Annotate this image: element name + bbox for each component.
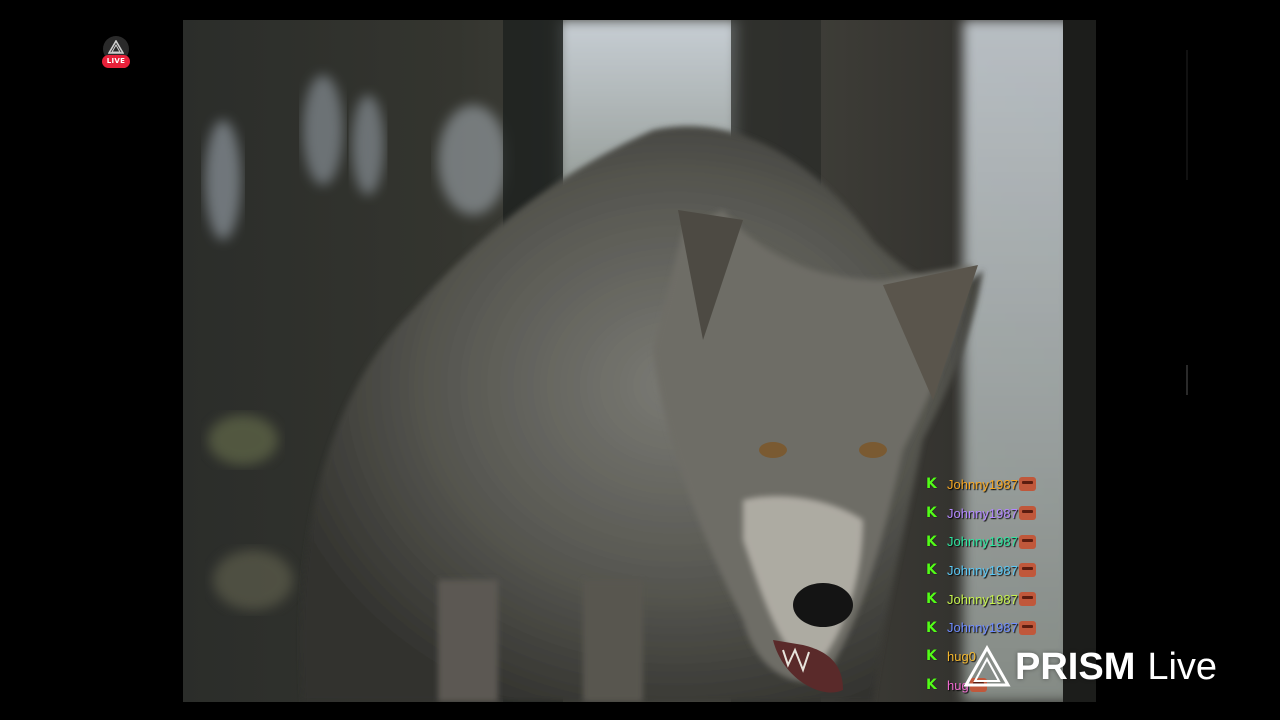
kick-icon: K: [926, 648, 937, 665]
emote-icon: [1018, 592, 1036, 607]
chat-username: Johnny1987: [947, 534, 1018, 550]
chat-message: K Johnny1987: [926, 470, 1066, 499]
chat-message: K Johnny1987: [926, 613, 1066, 642]
edge-divider: [1186, 50, 1188, 180]
kick-icon: K: [926, 677, 937, 694]
chat-message: K Johnny1987: [926, 585, 1066, 614]
emote-icon: [1018, 534, 1036, 549]
kick-icon: K: [926, 562, 937, 579]
chat-username: Johnny1987: [947, 591, 1018, 607]
emote-icon: [1018, 477, 1036, 492]
prism-logo-icon: [108, 40, 124, 54]
prism-live-watermark: PRISM Live: [963, 642, 1217, 692]
kick-icon: K: [926, 591, 937, 608]
prism-logo-icon: [963, 645, 1011, 687]
edge-divider: [1186, 365, 1188, 395]
chat-message: K Johnny1987: [926, 527, 1066, 556]
live-label: LIVE: [102, 55, 130, 68]
emote-icon: [1018, 506, 1036, 521]
chat-username: Johnny1987: [947, 476, 1018, 492]
watermark-suffix: Live: [1147, 645, 1218, 688]
chat-message: K Johnny1987: [926, 499, 1066, 528]
chat-message: K Johnny1987: [926, 556, 1066, 585]
kick-icon: K: [926, 476, 937, 493]
kick-icon: K: [926, 619, 937, 636]
live-badge[interactable]: LIVE: [101, 36, 131, 70]
chat-username: Johnny1987: [947, 620, 1018, 636]
chat-username: Johnny1987: [947, 505, 1018, 521]
kick-icon: K: [926, 505, 937, 522]
stream-screen: LIVE K Johnny1987 K Johnny1987 K Johnny1…: [0, 0, 1280, 720]
watermark-brand: PRISM: [1015, 645, 1136, 688]
chat-username: Johnny1987: [947, 562, 1018, 578]
kick-icon: K: [926, 533, 937, 550]
emote-icon: [1018, 563, 1036, 578]
emote-icon: [1018, 620, 1036, 635]
